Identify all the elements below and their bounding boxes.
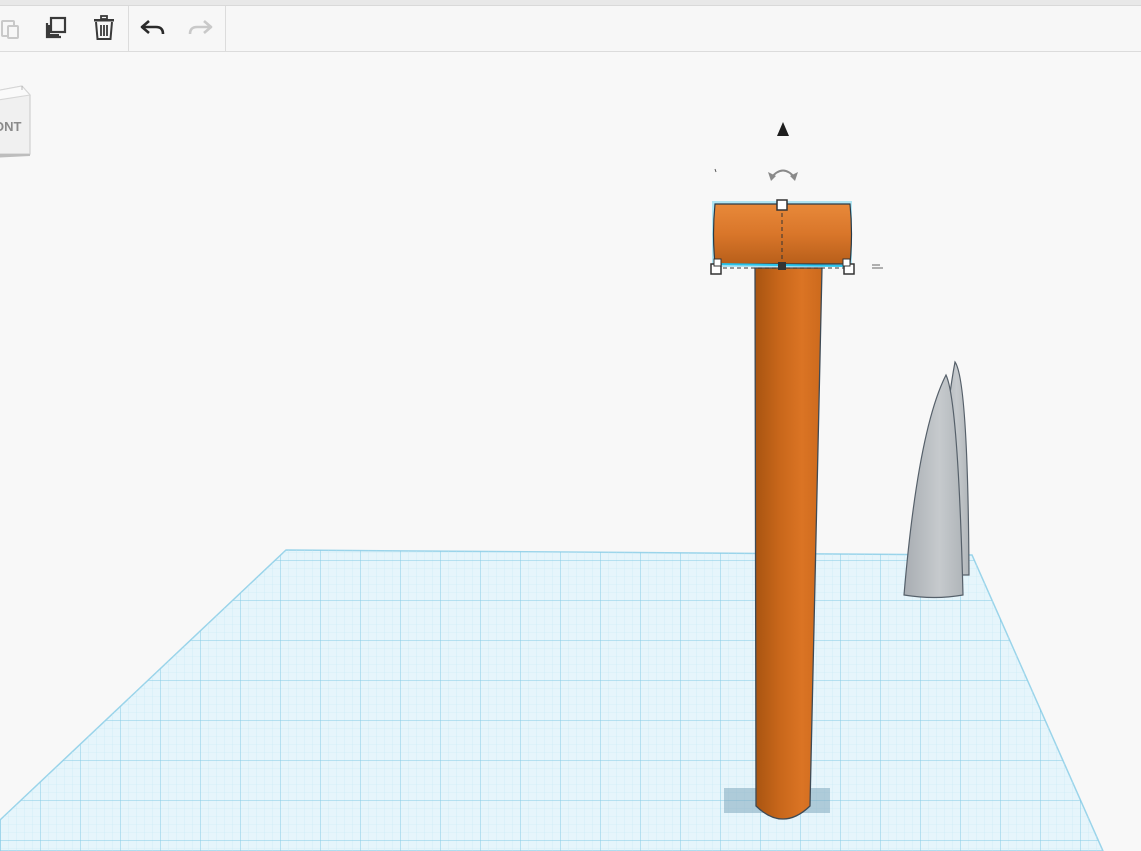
dimension-tick (714, 168, 717, 173)
history-toolbar-group (128, 6, 226, 51)
duplicate-icon (45, 16, 67, 39)
paraboloid-shape[interactable] (903, 360, 970, 599)
edit-toolbar-group (0, 6, 129, 51)
paste-button[interactable] (0, 12, 26, 44)
redo-button[interactable] (184, 12, 216, 44)
paste-icon (1, 20, 19, 39)
redo-icon (188, 20, 213, 35)
post-cylinder-shape[interactable] (754, 267, 823, 820)
delete-button[interactable] (88, 12, 120, 44)
undo-icon (140, 20, 165, 35)
dimension-marker (872, 264, 883, 269)
lift-arrow-icon[interactable] (777, 122, 789, 136)
selected-cylinder-shape[interactable] (712, 201, 853, 269)
duplicate-button[interactable] (40, 12, 72, 44)
undo-button[interactable] (137, 12, 169, 44)
trash-icon (94, 15, 114, 40)
view-cube[interactable]: ONT (0, 85, 31, 158)
rotate-handle-icon[interactable] (768, 169, 798, 182)
3d-viewport[interactable]: ONT (0, 52, 1141, 851)
view-cube-face-label: ONT (0, 119, 22, 134)
toolbar (0, 6, 1141, 52)
